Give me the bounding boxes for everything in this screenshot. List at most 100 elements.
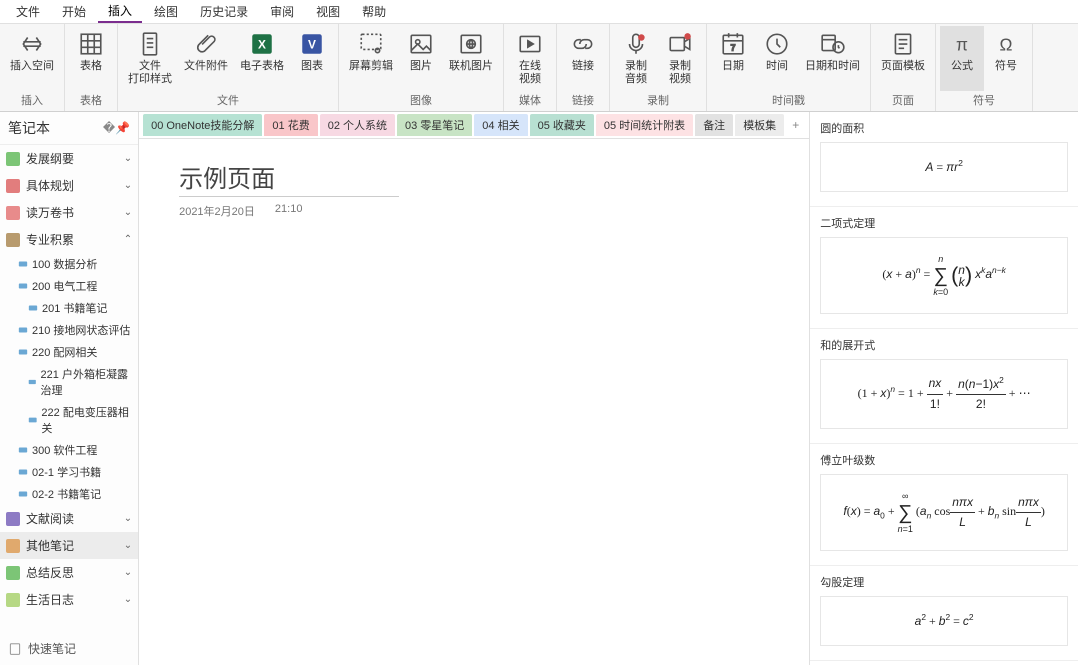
page-item[interactable]: 210 接地网状态评估 xyxy=(0,319,138,341)
menu-视图[interactable]: 视图 xyxy=(306,1,350,22)
notebook-具体规划[interactable]: 具体规划⌄ xyxy=(0,172,138,199)
page-label: 100 数据分析 xyxy=(32,256,97,272)
equation-binom[interactable]: 二项式定理(x + a)n = n∑k=0 nk xkan−k xyxy=(810,207,1078,329)
ribbon-label: 图片 xyxy=(410,60,432,73)
pin-icon[interactable]: �📌 xyxy=(103,121,130,135)
page-item[interactable]: 100 数据分析 xyxy=(0,253,138,275)
file-print-icon xyxy=(136,30,164,58)
quick-notes[interactable]: 快速笔记 xyxy=(0,632,138,665)
section-tab[interactable]: 05 时间统计附表 xyxy=(596,114,693,136)
menu-历史记录[interactable]: 历史记录 xyxy=(190,1,258,22)
ribbon-group-label: 文件 xyxy=(217,91,239,109)
ribbon-symbol[interactable]: Ω符号 xyxy=(984,26,1028,91)
ribbon-picture[interactable]: 图片 xyxy=(399,26,443,91)
page-item[interactable]: 201 书籍笔记 xyxy=(0,297,138,319)
datetime-icon xyxy=(819,30,847,58)
notebook-color-icon xyxy=(6,179,20,193)
menu-插入[interactable]: 插入 xyxy=(98,0,142,23)
ribbon-group-label: 媒体 xyxy=(519,91,541,109)
ribbon-file-print[interactable]: 文件 打印样式 xyxy=(122,26,178,91)
ribbon-datetime[interactable]: 日期和时间 xyxy=(799,26,866,91)
ribbon-file-attach[interactable]: 文件附件 xyxy=(178,26,234,91)
page-item[interactable]: 220 配网相关 xyxy=(0,341,138,363)
online-pic-icon xyxy=(457,30,485,58)
equation-preview: a2 + b2 = c2 xyxy=(820,596,1068,646)
notebook-发展纲要[interactable]: 发展纲要⌄ xyxy=(0,145,138,172)
ribbon-insert-space[interactable]: 插入空间 xyxy=(4,26,60,91)
ribbon-visio[interactable]: V图表 xyxy=(290,26,334,91)
menu-帮助[interactable]: 帮助 xyxy=(352,1,396,22)
visio-icon: V xyxy=(298,30,326,58)
notebook-文献阅读[interactable]: 文献阅读⌄ xyxy=(0,505,138,532)
page-item[interactable]: 02-2 书籍笔记 xyxy=(0,483,138,505)
table-icon xyxy=(77,30,105,58)
menu-文件[interactable]: 文件 xyxy=(6,1,50,22)
section-tab[interactable]: 05 收藏夹 xyxy=(530,114,594,136)
section-tab[interactable]: 02 个人系统 xyxy=(320,114,395,136)
menu-审阅[interactable]: 审阅 xyxy=(260,1,304,22)
ribbon-label: 表格 xyxy=(80,60,102,73)
page-item[interactable]: 200 电气工程 xyxy=(0,275,138,297)
ribbon-page-tpl[interactable]: 页面模板 xyxy=(875,26,931,91)
page-item[interactable]: 02-1 学习书籍 xyxy=(0,461,138,483)
section-tab[interactable]: 00 OneNote技能分解 xyxy=(143,114,262,136)
equation-quad[interactable]: 二次公式x = −b ± b2 − 4ac2a xyxy=(810,661,1078,665)
ribbon-label: 文件附件 xyxy=(184,60,228,73)
time-icon xyxy=(763,30,791,58)
notebook-label: 文献阅读 xyxy=(26,510,124,527)
ribbon-rec-video[interactable]: 录制 视频 xyxy=(658,26,702,91)
page-title[interactable]: 示例页面 xyxy=(179,159,399,197)
menu-绘图[interactable]: 绘图 xyxy=(144,1,188,22)
add-tab-button[interactable]: + xyxy=(786,116,805,134)
ribbon-label: 录制 音频 xyxy=(625,60,647,86)
page-icon xyxy=(18,446,28,454)
page-label: 02-2 书籍笔记 xyxy=(32,486,101,502)
ribbon-group-label: 页面 xyxy=(892,91,914,109)
ribbon-link[interactable]: 链接 xyxy=(561,26,605,91)
ribbon-group-label: 录制 xyxy=(647,91,669,109)
notebook-专业积累[interactable]: 专业积累⌃ xyxy=(0,226,138,253)
equation-fourier[interactable]: 傅立叶级数f(x) = a0 + ∞∑n=1 (an cosnπxL + bn … xyxy=(810,444,1078,566)
ribbon-spreadsheet[interactable]: X电子表格 xyxy=(234,26,290,91)
equation-preview: (x + a)n = n∑k=0 nk xkan−k xyxy=(820,237,1068,314)
section-tab[interactable]: 03 零星笔记 xyxy=(397,114,472,136)
page-icon xyxy=(18,282,28,290)
notebook-生活日志[interactable]: 生活日志⌄ xyxy=(0,586,138,613)
ribbon-equation[interactable]: π公式 xyxy=(940,26,984,91)
ribbon-time[interactable]: 时间 xyxy=(755,26,799,91)
section-tab[interactable]: 01 花费 xyxy=(264,114,317,136)
ribbon-screenclip[interactable]: 屏幕剪辑 xyxy=(343,26,399,91)
notebook-其他笔记[interactable]: 其他笔记⌄ xyxy=(0,532,138,559)
notebook-header: 笔记本 xyxy=(8,118,50,138)
page-icon xyxy=(28,416,37,424)
section-tab[interactable]: 模板集 xyxy=(735,114,784,136)
ribbon-label: 日期和时间 xyxy=(805,60,860,73)
chevron-icon: ⌄ xyxy=(124,594,132,605)
equation-pythag[interactable]: 勾股定理a2 + b2 = c2 xyxy=(810,566,1078,661)
ribbon-date[interactable]: 7日期 xyxy=(711,26,755,91)
quick-notes-label: 快速笔记 xyxy=(28,640,76,657)
ribbon-online-pic[interactable]: 联机图片 xyxy=(443,26,499,91)
ribbon-rec-audio[interactable]: 录制 音频 xyxy=(614,26,658,91)
equation-expand[interactable]: 和的展开式(1 + x)n = 1 + nx1! + n(n−1)x22! + … xyxy=(810,329,1078,444)
page-icon xyxy=(18,348,28,356)
notebook-label: 读万卷书 xyxy=(26,204,124,221)
section-tab[interactable]: 备注 xyxy=(695,114,733,136)
page-tpl-icon xyxy=(889,30,917,58)
menu-开始[interactable]: 开始 xyxy=(52,1,96,22)
page-item[interactable]: 221 户外箱柜凝露治理 xyxy=(0,363,138,401)
notebook-读万卷书[interactable]: 读万卷书⌄ xyxy=(0,199,138,226)
online-video-icon xyxy=(516,30,544,58)
ribbon-table[interactable]: 表格 xyxy=(69,26,113,91)
equation-circle[interactable]: 圆的面积A = πr2 xyxy=(810,112,1078,207)
page-item[interactable]: 300 软件工程 xyxy=(0,439,138,461)
ribbon-online-video[interactable]: 在线 视频 xyxy=(508,26,552,91)
page-item[interactable]: 222 配电变压器相关 xyxy=(0,401,138,439)
svg-text:X: X xyxy=(258,37,266,51)
notebook-总结反思[interactable]: 总结反思⌄ xyxy=(0,559,138,586)
notebook-color-icon xyxy=(6,566,20,580)
equation-preview: f(x) = a0 + ∞∑n=1 (an cosnπxL + bn sinnπ… xyxy=(820,474,1068,551)
section-tab[interactable]: 04 相关 xyxy=(474,114,527,136)
page-icon xyxy=(18,326,28,334)
page-label: 300 软件工程 xyxy=(32,442,97,458)
